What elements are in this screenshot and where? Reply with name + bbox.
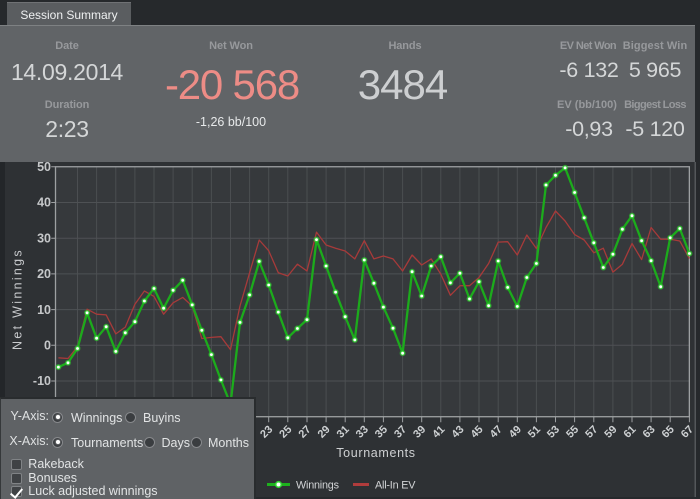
svg-text:10: 10	[37, 303, 51, 317]
svg-text:Tournaments: Tournaments	[336, 446, 415, 460]
svg-text:30: 30	[37, 231, 51, 245]
svg-text:50: 50	[37, 162, 51, 174]
svg-text:-10: -10	[33, 374, 51, 388]
svg-text:Winnings: Winnings	[296, 479, 340, 491]
svg-text:40: 40	[37, 196, 51, 210]
svg-text:All-In EV: All-In EV	[375, 479, 416, 491]
svg-text:Net Winnings: Net Winnings	[10, 248, 24, 350]
svg-text:0: 0	[44, 339, 51, 353]
svg-text:20: 20	[37, 267, 51, 281]
